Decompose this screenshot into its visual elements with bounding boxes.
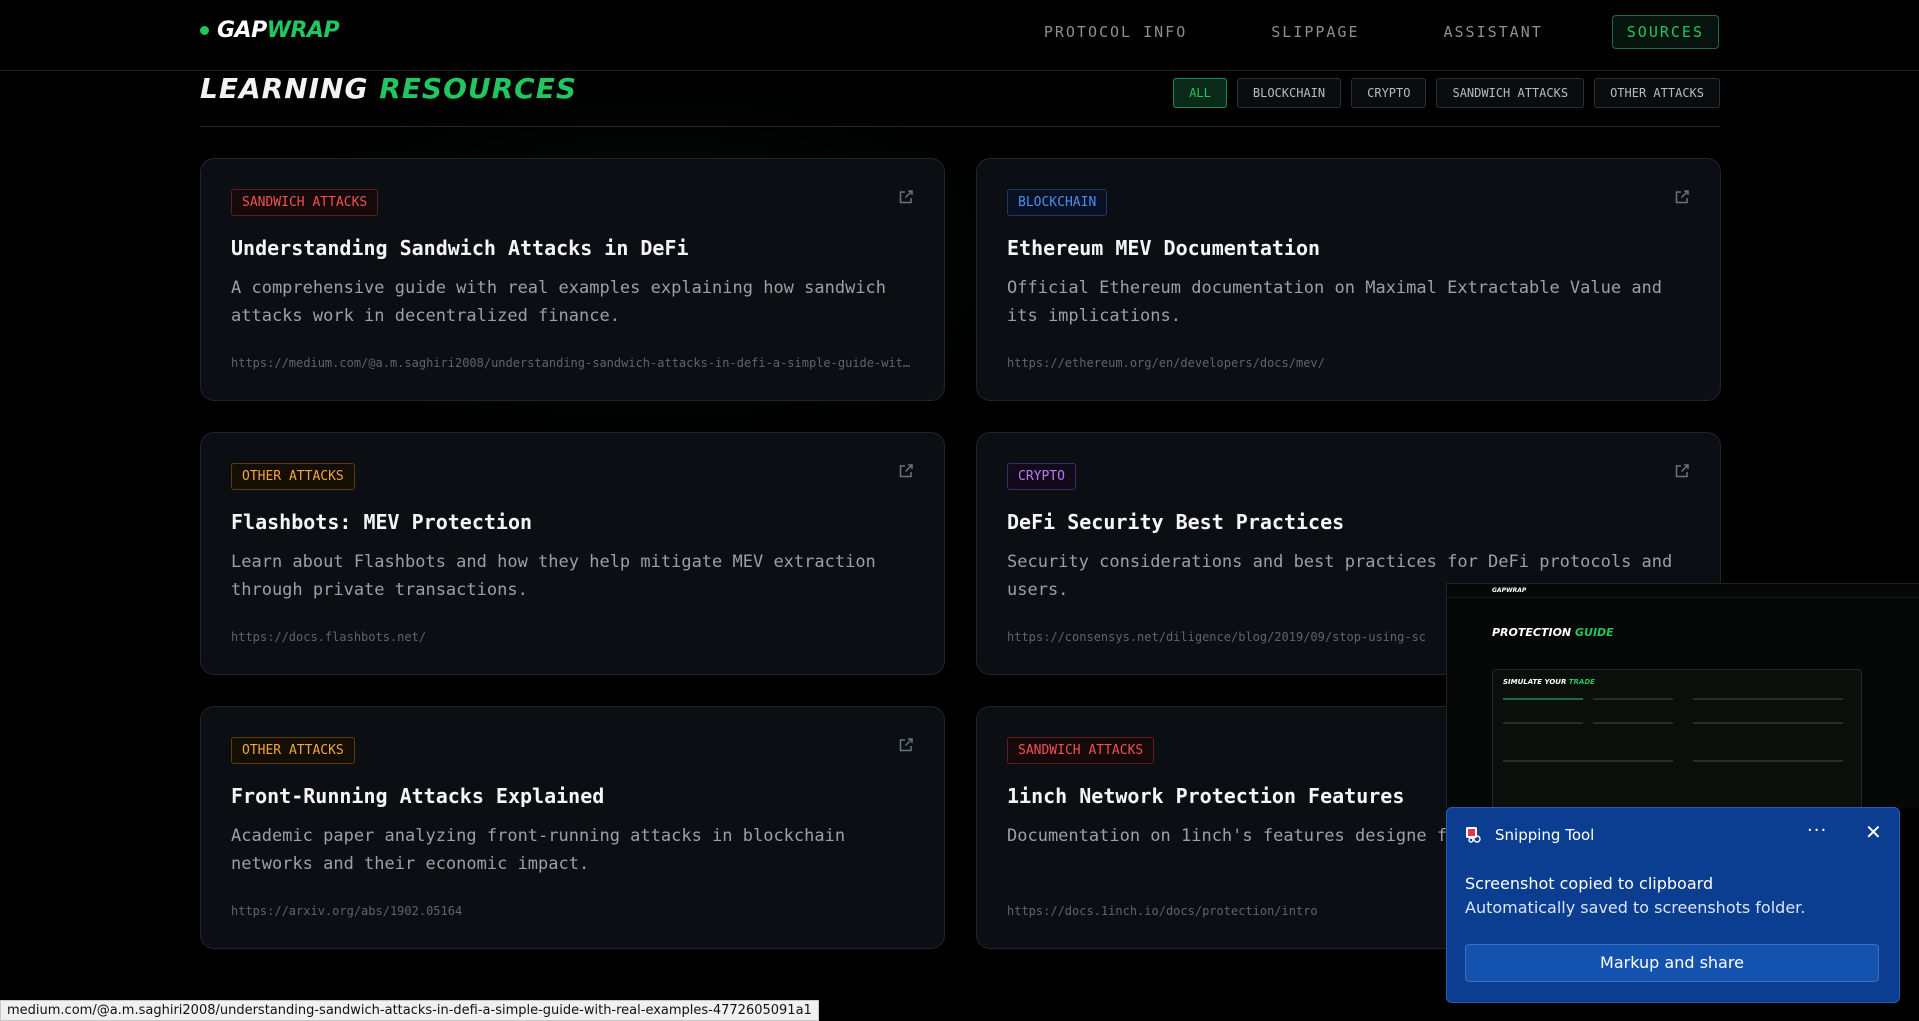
filter-crypto[interactable]: CRYPTO <box>1351 78 1427 108</box>
filter-bar: ALL BLOCKCHAIN CRYPTO SANDWICH ATTACKS O… <box>1173 78 1720 108</box>
thumbnail-decoration <box>1503 722 1583 724</box>
logo[interactable]: GAPWRAP <box>200 18 340 43</box>
thumbnail-decoration <box>1693 722 1843 724</box>
external-link-icon[interactable] <box>1674 189 1690 205</box>
thumbnail-decoration <box>1593 722 1673 724</box>
toast-submessage: Automatically saved to screenshots folde… <box>1465 898 1806 917</box>
card-description: Learn about Flashbots and how they help … <box>231 552 876 600</box>
category-tag: BLOCKCHAIN <box>1007 189 1108 216</box>
thumbnail-decoration <box>1503 698 1583 700</box>
category-tag: SANDWICH ATTACKS <box>231 189 379 216</box>
more-options-icon[interactable]: ··· <box>1807 820 1827 841</box>
filter-blockchain[interactable]: BLOCKCHAIN <box>1236 78 1342 108</box>
resource-card[interactable]: OTHER ATTACKS Flashbots: MEV Protection … <box>200 432 945 675</box>
card-description: Academic paper analyzing front-running a… <box>231 826 846 874</box>
top-nav: GAPWRAP PROTOCOL INFO SLIPPAGE ASSISTANT… <box>0 0 1919 71</box>
card-title: Ethereum MEV Documentation <box>1007 236 1321 260</box>
thumbnail-panel: SIMULATE YOUR TRADE <box>1492 669 1862 808</box>
card-url[interactable]: https://medium.com/@a.m.saghiri2008/unde… <box>231 356 916 370</box>
thumbnail-decoration <box>1693 698 1843 700</box>
markup-and-share-button[interactable]: Markup and share <box>1465 944 1879 982</box>
screenshot-thumbnail[interactable]: GAPWRAP PROTECTION GUIDE SIMULATE YOUR T… <box>1446 583 1919 808</box>
category-tag: OTHER ATTACKS <box>231 737 355 764</box>
card-description: A comprehensive guide with real examples… <box>231 278 887 326</box>
nav-link-assistant[interactable]: ASSISTANT <box>1429 15 1558 49</box>
resource-card[interactable]: BLOCKCHAIN Ethereum MEV Documentation Of… <box>976 158 1721 401</box>
logo-text: GAPWRAP <box>217 18 340 43</box>
toast-app-name: Snipping Tool <box>1495 826 1595 844</box>
close-icon[interactable]: ✕ <box>1865 820 1882 844</box>
thumbnail-decoration <box>1503 760 1673 762</box>
filter-all[interactable]: ALL <box>1173 78 1227 108</box>
section-title: LEARNING RESOURCES <box>200 72 578 105</box>
snipping-tool-notification: Snipping Tool ··· ✕ Screenshot copied to… <box>1446 807 1900 1003</box>
card-description: Official Ethereum documentation on Maxim… <box>1007 278 1663 326</box>
thumbnail-logo: GAPWRAP <box>1492 587 1527 594</box>
card-title: Front-Running Attacks Explained <box>231 784 605 808</box>
card-url[interactable]: https://docs.flashbots.net/ <box>231 630 916 644</box>
nav-link-slippage[interactable]: SLIPPAGE <box>1256 15 1374 49</box>
resource-card[interactable]: SANDWICH ATTACKS Understanding Sandwich … <box>200 158 945 401</box>
browser-status-bar: medium.com/@a.m.saghiri2008/understandin… <box>0 1000 819 1021</box>
filter-sandwich-attacks[interactable]: SANDWICH ATTACKS <box>1436 78 1585 108</box>
filter-other-attacks[interactable]: OTHER ATTACKS <box>1594 78 1720 108</box>
thumbnail-subtitle: SIMULATE YOUR TRADE <box>1503 678 1595 686</box>
nav-link-protocol-info[interactable]: PROTOCOL INFO <box>1029 15 1202 49</box>
external-link-icon[interactable] <box>898 189 914 205</box>
resource-card[interactable]: OTHER ATTACKS Front-Running Attacks Expl… <box>200 706 945 949</box>
nav-links: PROTOCOL INFO SLIPPAGE ASSISTANT SOURCES <box>1029 15 1719 49</box>
category-tag: SANDWICH ATTACKS <box>1007 737 1155 764</box>
external-link-icon[interactable] <box>898 463 914 479</box>
category-tag: CRYPTO <box>1007 463 1076 490</box>
external-link-icon[interactable] <box>1674 463 1690 479</box>
card-title: Flashbots: MEV Protection <box>231 510 533 534</box>
section-divider <box>200 126 1720 127</box>
category-tag: OTHER ATTACKS <box>231 463 355 490</box>
card-url[interactable]: https://arxiv.org/abs/1902.05164 <box>231 904 916 918</box>
logo-dot-icon <box>200 26 209 35</box>
nav-link-sources[interactable]: SOURCES <box>1611 15 1719 49</box>
snipping-tool-icon <box>1466 827 1481 843</box>
external-link-icon[interactable] <box>898 737 914 753</box>
thumbnail-nav: GAPWRAP <box>1447 584 1919 598</box>
card-title: Understanding Sandwich Attacks in DeFi <box>231 236 689 260</box>
thumbnail-decoration <box>1593 698 1673 700</box>
card-title: DeFi Security Best Practices <box>1007 510 1345 534</box>
thumbnail-decoration <box>1693 760 1843 762</box>
card-url[interactable]: https://ethereum.org/en/developers/docs/… <box>1007 356 1692 370</box>
toast-message: Screenshot copied to clipboard <box>1465 874 1714 893</box>
thumbnail-title: PROTECTION GUIDE <box>1492 626 1614 639</box>
